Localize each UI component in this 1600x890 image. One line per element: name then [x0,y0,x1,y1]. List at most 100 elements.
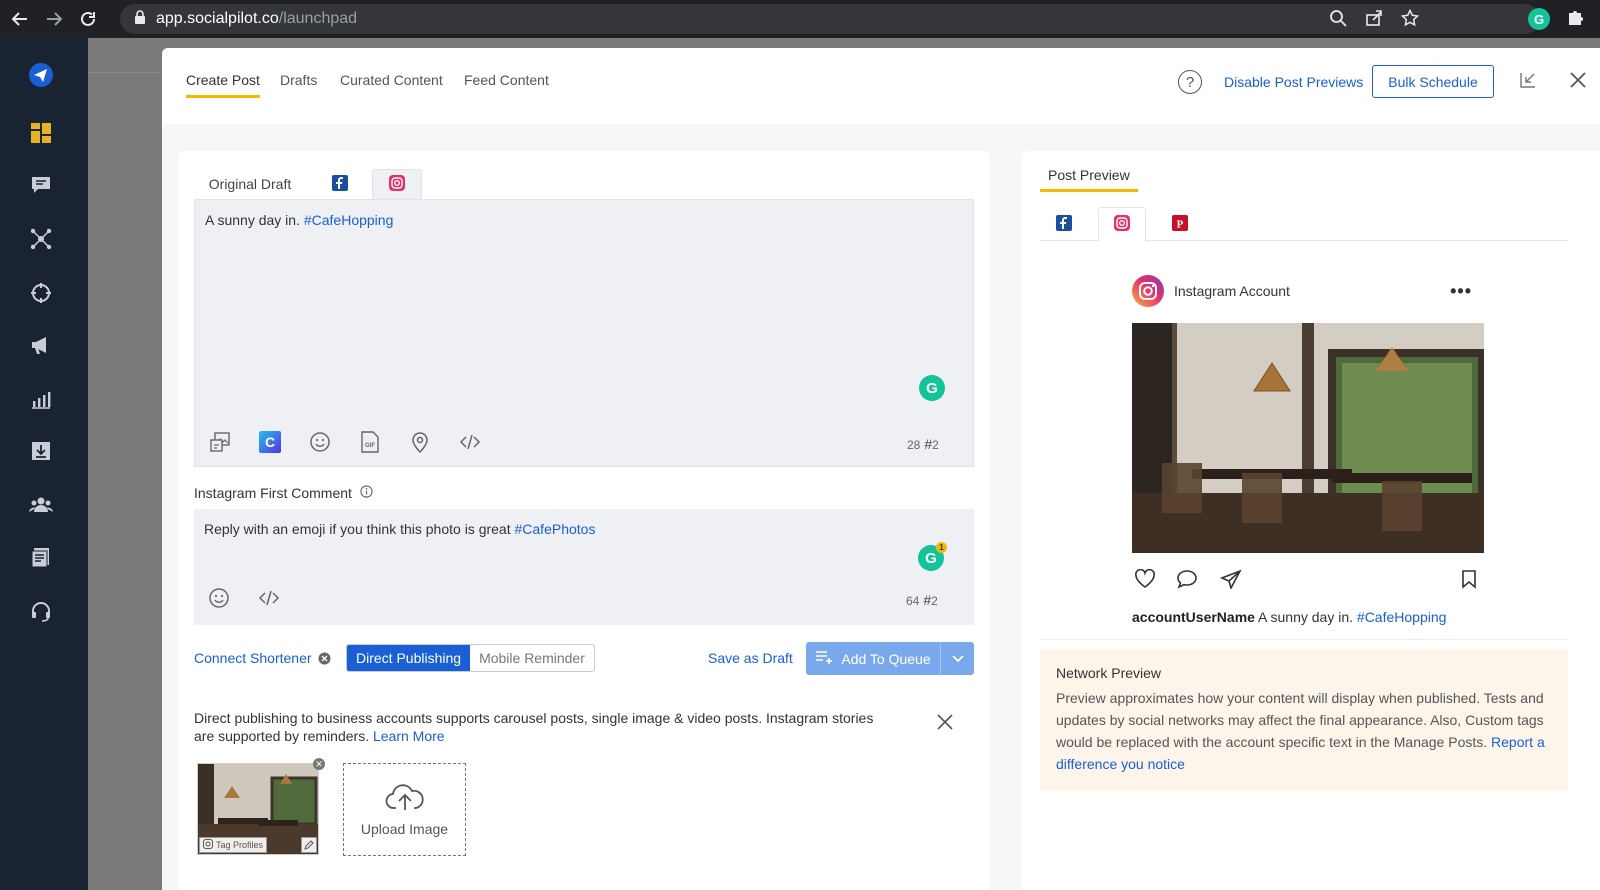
hashtag-counter-icon: # [924,436,933,452]
posts-icon[interactable] [28,172,54,198]
caption-hashtag: #CafeHopping [1356,609,1447,625]
save-as-draft-link[interactable]: Save as Draft [708,650,793,666]
app-sidebar [0,38,88,890]
share-icon[interactable] [1362,6,1386,30]
close-modal-icon[interactable] [1568,70,1588,93]
upload-image-dropzone[interactable]: Upload Image [343,763,466,856]
reload-icon[interactable] [74,5,102,33]
dismiss-info-icon[interactable] [936,713,954,734]
dashboard-icon[interactable] [28,120,54,146]
publishing-mode-toggle: Direct Publishing Mobile Reminder [346,644,595,672]
url-host: app.socialpilot.co [156,10,279,27]
info-text-body: Direct publishing to business accounts s… [194,710,874,744]
preview-tab-facebook[interactable] [1040,207,1088,241]
tab-facebook[interactable] [320,169,360,199]
import-icon[interactable] [28,438,54,464]
team-icon[interactable] [28,492,54,518]
location-pin-icon[interactable] [407,429,433,455]
facebook-icon [332,174,348,194]
comment-text[interactable]: Reply with an emoji if you think this ph… [204,521,595,537]
bookmark-star-icon[interactable] [1398,6,1422,30]
instagram-account-name: Instagram Account [1174,283,1290,299]
queue-options-chevron-icon[interactable] [940,642,974,675]
info-icon[interactable] [360,485,373,501]
analytics-icon[interactable] [28,386,54,412]
preview-tab-instagram[interactable] [1098,207,1146,242]
first-comment-editor[interactable]: Reply with an emoji if you think this ph… [194,509,974,625]
tab-original-draft[interactable]: Original Draft [194,169,306,199]
connections-icon[interactable] [28,226,54,252]
target-icon[interactable] [28,280,54,306]
save-bookmark-icon[interactable] [1460,569,1478,592]
bulk-schedule-button[interactable]: Bulk Schedule [1372,65,1494,98]
tab-instagram[interactable] [372,169,422,199]
preview-instagram-icon [1114,215,1130,234]
create-post-modal: Create Post Drafts Curated Content Feed … [162,48,1600,890]
extensions-icon[interactable] [1566,7,1586,30]
preview-network-tabs: P [1040,205,1568,242]
tab-curated-content[interactable]: Curated Content [340,72,443,98]
custom-tags-code-icon[interactable] [457,429,483,455]
caption-username: accountUserName [1132,609,1255,625]
lock-icon [134,9,146,29]
post-hashtag: #CafeHopping [303,212,394,228]
back-icon[interactable] [6,5,34,33]
remove-shortener-icon[interactable] [318,652,331,668]
caption-text: A sunny day in. [1254,609,1357,625]
forward-icon[interactable] [40,5,68,33]
instagram-icon [389,175,405,194]
editor-toolbar: C GIF [207,429,483,455]
socialpilot-logo-icon[interactable] [28,62,54,88]
tab-feed-content[interactable]: Feed Content [464,72,549,98]
megaphone-icon[interactable] [28,332,54,358]
more-options-icon[interactable]: ••• [1450,281,1472,302]
hashtag-count: 2 [932,438,939,452]
minimize-icon[interactable] [1518,70,1538,93]
grammarly-extension-icon[interactable]: G [1528,8,1550,30]
connect-shortener-link[interactable]: Connect Shortener [194,650,312,666]
network-preview-text: Preview approximates how your content wi… [1056,687,1552,775]
gif-icon[interactable]: GIF [357,429,383,455]
instagram-actions [1132,568,1484,593]
support-headset-icon[interactable] [28,598,54,624]
like-heart-icon[interactable] [1134,568,1156,592]
content-library-icon[interactable] [28,544,54,570]
send-share-icon[interactable] [1219,569,1242,592]
post-preview-tab[interactable]: Post Preview [1040,167,1138,192]
emoji-icon[interactable] [307,429,333,455]
add-to-queue-label: Add To Queue [841,650,931,667]
browser-toolbar: app.socialpilot.co/launchpad G [0,0,1600,38]
grammarly-icon[interactable]: G [919,375,945,401]
post-text[interactable]: A sunny day in. #CafeHopping [205,212,393,228]
comment-code-icon[interactable] [256,585,282,611]
comment-hashtag: #CafePhotos [514,521,596,537]
upload-image-label: Upload Image [360,821,449,837]
add-to-queue-button[interactable]: Add To Queue [806,642,974,675]
comment-text-body: Reply with an emoji if you think this ph… [204,521,515,537]
comment-char-counter: 64 #2 [906,592,938,608]
url-path: /launchpad [278,10,358,27]
tab-drafts[interactable]: Drafts [280,72,317,98]
canva-icon[interactable]: C [257,429,283,455]
comment-bubble-icon[interactable] [1176,569,1198,592]
tag-profiles-button[interactable]: Tag Profiles [199,837,268,853]
tag-profiles-label: Tag Profiles [216,840,264,850]
disable-post-previews-link[interactable]: Disable Post Previews [1224,74,1363,90]
tab-create-post[interactable]: Create Post [186,72,260,98]
media-library-icon[interactable] [207,429,233,455]
svg-text:GIF: GIF [365,443,375,449]
grammarly-comment-icon[interactable]: G1 [918,542,947,571]
grammarly-badge: 1 [936,542,947,553]
comment-hashtag-counter-icon: # [923,592,932,608]
direct-publishing-option[interactable]: Direct Publishing [347,645,471,671]
zoom-icon[interactable] [1326,6,1350,30]
learn-more-link[interactable]: Learn More [373,728,445,744]
mobile-reminder-option[interactable]: Mobile Reminder [470,645,594,671]
remove-media-icon[interactable]: ✕ [313,758,325,770]
media-thumbnail[interactable]: Tag Profiles [197,763,319,855]
comment-emoji-icon[interactable] [206,585,232,611]
preview-tab-pinterest[interactable]: P [1156,207,1204,241]
help-icon[interactable]: ? [1178,70,1202,94]
edit-image-pencil-icon[interactable] [301,837,317,853]
post-editor[interactable]: A sunny day in. #CafeHopping G C GIF 28 #… [194,199,974,467]
